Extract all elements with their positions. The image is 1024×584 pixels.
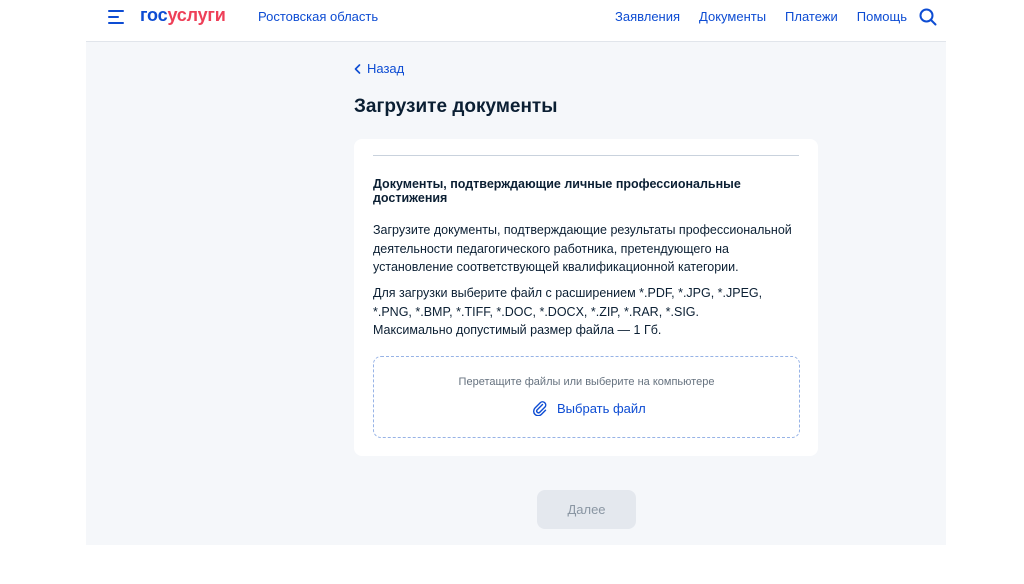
nav-item-payments[interactable]: Платежи <box>785 9 838 24</box>
next-button[interactable]: Далее <box>537 490 636 529</box>
page-title: Загрузите документы <box>354 96 558 117</box>
upload-card: Документы, подтверждающие личные професс… <box>354 139 818 456</box>
page: госуслуги Ростовская область Заявления Д… <box>86 0 946 545</box>
region-selector[interactable]: Ростовская область <box>258 9 378 24</box>
max-size-text: Максимально допустимый размер файла — 1 … <box>373 323 662 337</box>
pick-file-label: Выбрать файл <box>557 400 646 416</box>
paperclip-icon <box>532 401 547 416</box>
search-icon[interactable] <box>919 8 937 26</box>
file-requirements: Для загрузки выберите файл с расширением… <box>373 284 803 340</box>
section-subtitle: Документы, подтверждающие личные професс… <box>373 177 741 205</box>
allowed-formats-text: Для загрузки выберите файл с расширением… <box>373 286 763 319</box>
dropzone-hint: Перетащите файлы или выберите на компьют… <box>458 376 715 388</box>
chevron-left-icon <box>354 63 361 74</box>
back-link[interactable]: Назад <box>354 61 404 76</box>
nav-item-documents[interactable]: Документы <box>699 9 766 24</box>
nav-item-applications[interactable]: Заявления <box>615 9 680 24</box>
burger-menu-icon[interactable] <box>108 9 126 25</box>
file-dropzone[interactable]: Перетащите файлы или выберите на компьют… <box>373 356 800 438</box>
pick-file-button[interactable]: Выбрать файл <box>532 400 646 416</box>
divider <box>373 155 799 156</box>
main-nav: Заявления Документы Платежи Помощь <box>615 9 907 24</box>
logo-part-gos: гос <box>140 5 168 25</box>
nav-item-help[interactable]: Помощь <box>857 9 907 24</box>
back-link-label: Назад <box>367 61 405 76</box>
header: госуслуги Ростовская область Заявления Д… <box>86 0 946 42</box>
gosuslugi-logo[interactable]: госуслуги <box>140 5 226 26</box>
logo-part-uslugi: услуги <box>167 5 226 25</box>
section-description: Загрузите документы, подтверждающие резу… <box>373 223 792 274</box>
